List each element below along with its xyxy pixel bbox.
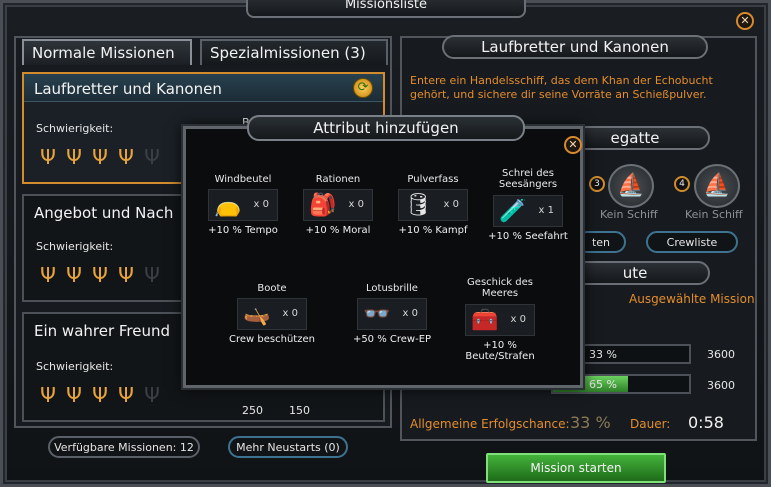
start-mission-button[interactable]: Mission starten — [486, 453, 666, 483]
attribute-seesaenger[interactable]: Schrei des Seesängers 🧪 x 1 +10 % Seefah… — [483, 168, 573, 242]
attribute-slot: 👝 x 0 — [208, 189, 278, 221]
success-chance-value: 33 % — [570, 413, 611, 432]
attribute-name: Windbeutel — [214, 174, 272, 185]
attribute-slot: 🧪 x 1 — [493, 195, 563, 227]
trident-icon: Ψ — [92, 145, 108, 169]
attribute-pulverfass[interactable]: Pulverfass 🛢 x 0 +10 % Kampf — [388, 174, 478, 236]
tab-normal-missions[interactable]: Normale Missionen — [22, 39, 192, 65]
attribute-name: Boote — [257, 283, 287, 294]
backpack-icon: 🎒 — [309, 193, 337, 218]
attribute-lotusbrille[interactable]: Lotusbrille 👓 x 0 +50 % Crew-EP — [347, 283, 437, 345]
attribute-windbeutel[interactable]: Windbeutel 👝 x 0 +10 % Tempo — [198, 174, 288, 236]
crew-button-partial[interactable]: ten — [576, 231, 626, 253]
attribute-name: Geschick des Meeres — [467, 277, 533, 299]
selected-mission-label: Ausgewählte Mission — [629, 292, 755, 306]
attribute-count: x 0 — [282, 308, 298, 319]
duration-value: 0:58 — [688, 413, 724, 432]
attribute-name: Schrei des Seesängers — [498, 168, 558, 190]
gold-reward-value: 250 — [242, 404, 263, 417]
attribute-slot: 🛶 x 0 — [237, 298, 307, 330]
trident-icon: Ψ — [118, 383, 134, 407]
attribute-name: Pulverfass — [407, 174, 459, 185]
progress-amount: 3600 — [707, 379, 735, 392]
success-progress-text: 33 % — [589, 348, 617, 361]
mission-title: Ein wahrer Freund — [34, 322, 171, 340]
trident-icon: Ψ — [66, 263, 82, 287]
detail-title: Laufbretter und Kanonen — [442, 35, 708, 59]
attribute-bonus: +10 % Beute/Strafen — [465, 340, 535, 362]
trident-empty-icon: Ψ — [144, 145, 160, 169]
attribute-count: x 0 — [510, 314, 526, 325]
attribute-name: Rationen — [315, 174, 361, 185]
attribute-bonus: +10 % Tempo — [208, 225, 278, 236]
trident-icon: Ψ — [40, 383, 56, 407]
trident-icon: Ψ — [118, 263, 134, 287]
trident-icon: Ψ — [92, 263, 108, 287]
ship-slot-label: Kein Schiff — [600, 208, 658, 221]
attribute-bonus: Crew beschützen — [229, 334, 315, 345]
attribute-geschick[interactable]: Geschick des Meeres 🧰 x 0 +10 % Beute/St… — [455, 277, 545, 362]
chest-icon: 🧰 — [471, 308, 499, 333]
available-missions-label: Verfügbare Missionen: 12 — [48, 436, 200, 458]
window-title: Missionsliste — [246, 0, 526, 18]
attribute-count: x 0 — [443, 199, 459, 210]
ship-slot-number: 4 — [674, 176, 690, 192]
crew-list-button[interactable]: Crewliste — [646, 231, 738, 253]
tab-special-missions[interactable]: Spezialmissionen (3) — [200, 39, 388, 65]
trident-icon: Ψ — [40, 145, 56, 169]
attribute-name: Lotusbrille — [366, 283, 418, 294]
attribute-slot: 👓 x 0 — [357, 298, 427, 330]
attribute-slot: 🎒 x 0 — [303, 189, 373, 221]
attribute-slot: 🧰 x 0 — [465, 304, 535, 336]
trident-empty-icon: Ψ — [144, 383, 160, 407]
goggles-icon: 👓 — [363, 302, 391, 327]
difficulty-rating: Ψ Ψ Ψ Ψ Ψ — [38, 144, 162, 170]
crew-progress-text: 65 % — [589, 378, 617, 391]
barrel-icon: 🛢 — [404, 193, 432, 218]
attribute-bonus: +10 % Kampf — [398, 225, 468, 236]
mission-title: Angebot und Nach — [34, 204, 174, 222]
success-chance-label: Allgemeine Erfolgschance: — [410, 417, 570, 431]
trident-icon: Ψ — [66, 383, 82, 407]
attribute-bonus: +10 % Seefahrt — [488, 231, 568, 242]
refresh-icon[interactable]: ⟳ — [353, 78, 373, 98]
difficulty-label: Schwierigkeit: — [36, 360, 114, 373]
attribute-count: x 0 — [253, 199, 269, 210]
boat-icon: 🛶 — [243, 302, 271, 327]
modal-title: Attribut hinzufügen — [247, 115, 525, 141]
attribute-count: x 0 — [348, 199, 364, 210]
trident-icon: Ψ — [118, 145, 134, 169]
difficulty-rating: Ψ Ψ Ψ Ψ Ψ — [38, 262, 162, 288]
other-reward-value: 150 — [289, 404, 310, 417]
difficulty-rating: Ψ Ψ Ψ Ψ Ψ — [38, 382, 162, 408]
attribute-count: x 0 — [402, 308, 418, 319]
attribute-bonus: +10 % Moral — [305, 225, 371, 236]
ship-slot-label: Kein Schiff — [685, 208, 743, 221]
ship-slot-number: 3 — [589, 176, 605, 192]
mission-description: Entere ein Handelsschiff, das dem Khan d… — [410, 74, 713, 101]
ship-slot-icon[interactable]: ⛵ — [694, 164, 740, 208]
ship-slot-icon[interactable]: ⛵ — [608, 164, 654, 208]
duration-label: Dauer: — [630, 417, 671, 431]
modal-close-button[interactable]: ✕ — [564, 136, 582, 154]
attribute-count: x 1 — [538, 205, 554, 216]
attribute-slot: 🛢 x 0 — [398, 189, 468, 221]
window-close-button[interactable]: ✕ — [736, 12, 754, 30]
progress-amount: 3600 — [707, 348, 735, 361]
attribute-boote[interactable]: Boote 🛶 x 0 Crew beschützen — [227, 283, 317, 345]
attribute-rationen[interactable]: Rationen 🎒 x 0 +10 % Moral — [293, 174, 383, 236]
more-restarts-button[interactable]: Mehr Neustarts (0) — [228, 436, 348, 458]
pouch-icon: 👝 — [214, 193, 242, 218]
bottle-icon: 🧪 — [499, 199, 527, 224]
difficulty-label: Schwierigkeit: — [36, 240, 114, 253]
attribute-bonus: +50 % Crew-EP — [352, 334, 432, 345]
mission-title: Laufbretter und Kanonen — [34, 80, 222, 98]
difficulty-label: Schwierigkeit: — [36, 122, 114, 135]
trident-icon: Ψ — [40, 263, 56, 287]
trident-icon: Ψ — [66, 145, 82, 169]
trident-empty-icon: Ψ — [144, 263, 160, 287]
trident-icon: Ψ — [92, 383, 108, 407]
